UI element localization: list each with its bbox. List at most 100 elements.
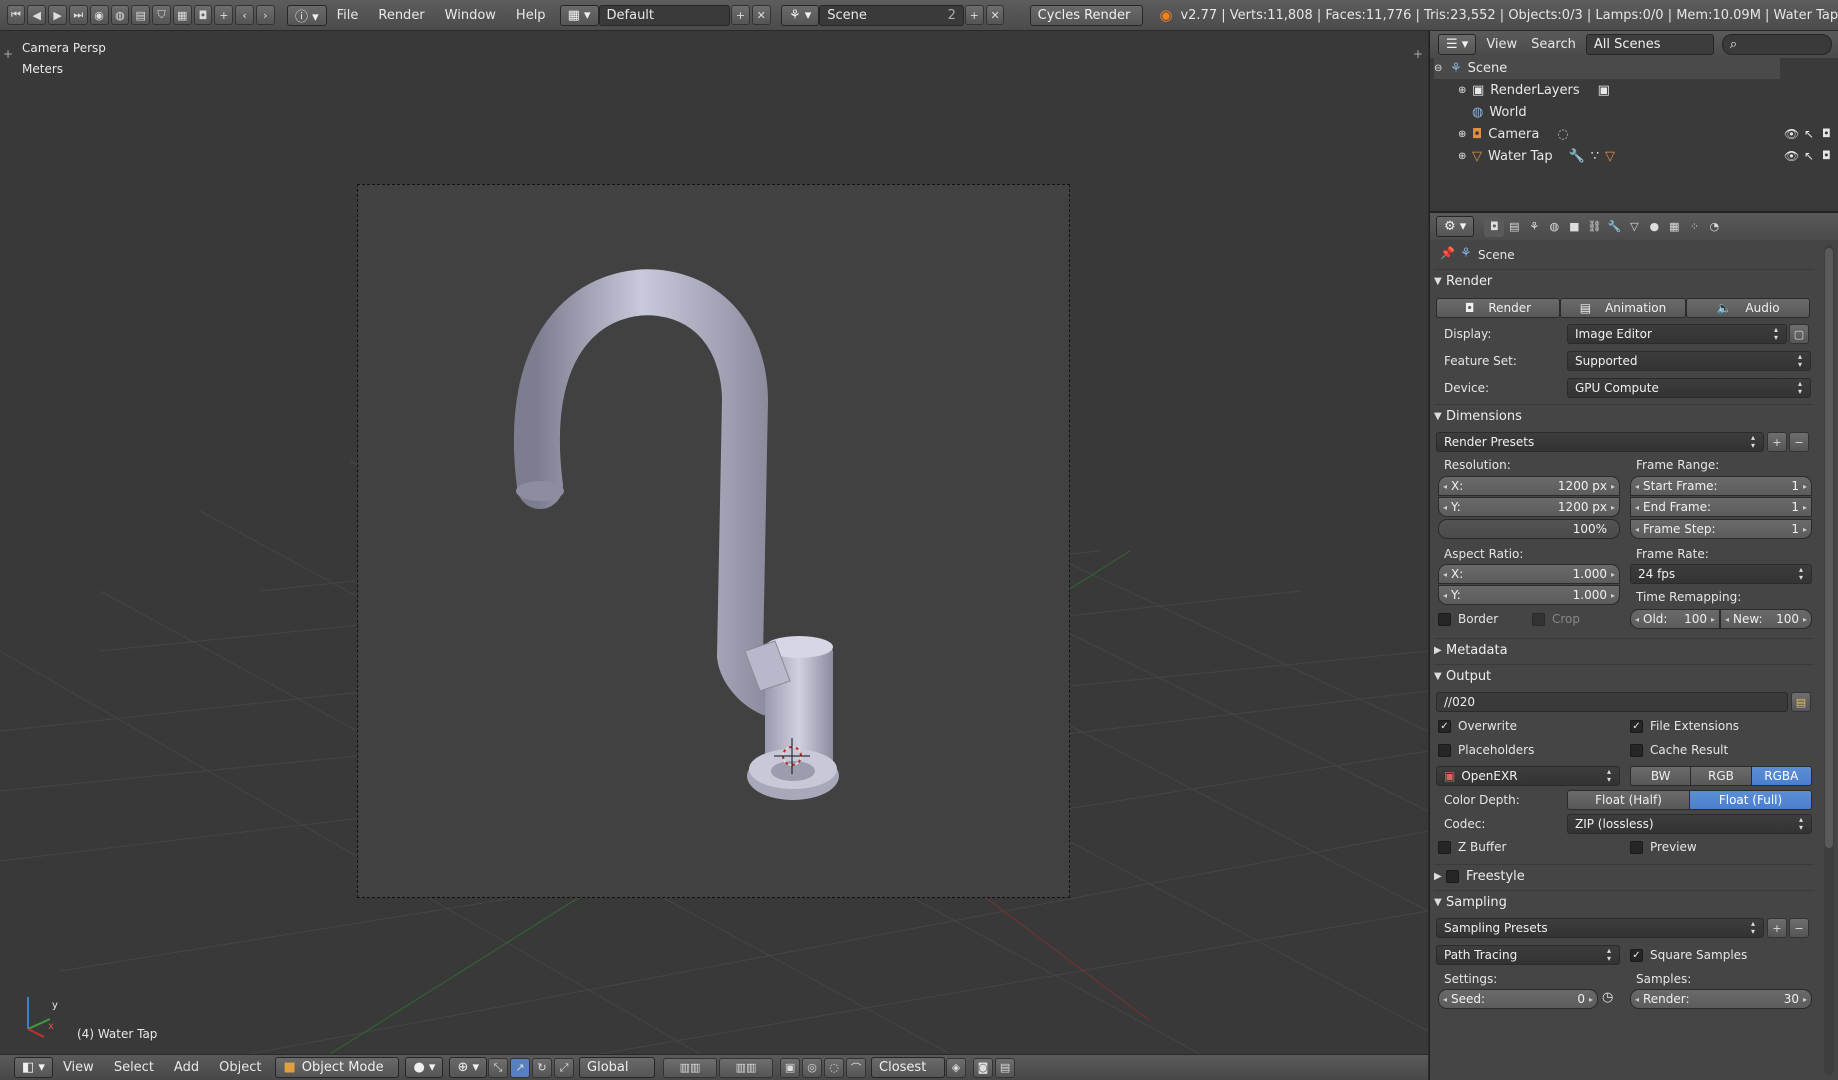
proportional-falloff-icon[interactable]: ◌	[824, 1057, 845, 1078]
visibility-eye-icon[interactable]: 👁	[1784, 127, 1799, 141]
properties-scroll-thumb[interactable]	[1825, 248, 1833, 848]
data-tab-icon[interactable]: ▽	[1624, 217, 1644, 237]
remove-layout-icon[interactable]: ✕	[751, 5, 771, 25]
expand-icon[interactable]: ⊕	[1458, 151, 1472, 162]
outliner-item-camera[interactable]: ⊕ ◘ Camera ◌	[1458, 124, 1569, 145]
outliner-item-scene[interactable]: ⊖ ⚘ Scene	[1434, 58, 1780, 79]
add-preset-icon[interactable]: +	[1767, 432, 1787, 452]
menu-render[interactable]: Render	[368, 8, 434, 23]
particles-tab-icon[interactable]: ⁘	[1684, 217, 1704, 237]
menu-file[interactable]: File	[327, 8, 369, 23]
panel-render-header[interactable]: ▼ Render	[1434, 269, 1814, 293]
visibility-eye-icon[interactable]: 👁	[1784, 149, 1799, 163]
3d-viewport[interactable]: Camera Persp Meters (4) Water Tap y x + …	[0, 31, 1428, 1054]
add-scene-icon[interactable]: +	[964, 5, 984, 25]
panel-metadata-header[interactable]: ▶ Metadata	[1434, 638, 1814, 662]
panel-sampling-header[interactable]: ▼ Sampling	[1434, 890, 1814, 914]
render-icon[interactable]: ◉	[89, 5, 109, 25]
scale-icon[interactable]: ⤢	[554, 1057, 575, 1078]
shield-icon[interactable]: ⛉	[152, 5, 171, 25]
color-mode-rgba[interactable]: RGBA	[1751, 767, 1811, 785]
proportional-icon[interactable]: ◎	[802, 1057, 823, 1078]
mode-select[interactable]: ■ Object Mode	[275, 1057, 400, 1078]
modifiers-tab-icon[interactable]: 🔧	[1604, 217, 1624, 237]
checker-icon[interactable]: ▦	[172, 5, 192, 25]
forward-icon[interactable]: ›	[255, 5, 275, 25]
square-samples-box[interactable]: ✓	[1630, 948, 1643, 962]
frame-rate-select[interactable]: 24 fps	[1630, 564, 1812, 584]
menu-view[interactable]: View	[53, 1060, 104, 1075]
constraints-tab-icon[interactable]: ⛓	[1584, 217, 1604, 237]
outliner-item-water-tap[interactable]: ⊕ ▽ Water Tap 🔧 ∵ ▽	[1458, 146, 1615, 167]
file-format-select[interactable]: ▣ OpenEXR	[1436, 766, 1620, 786]
render-engine-select[interactable]: Cycles Render	[1029, 4, 1143, 26]
expand-icon[interactable]: ⊕	[1458, 85, 1472, 96]
animation-button[interactable]: ▤ Animation	[1560, 298, 1686, 318]
layers2-icon[interactable]: ▥▥	[719, 1057, 774, 1078]
time-new-field[interactable]: ◂ New: 100 ▸	[1720, 609, 1812, 629]
device-select[interactable]: GPU Compute	[1567, 378, 1811, 398]
file-extensions-checkbox[interactable]: ✓ File Extensions	[1630, 719, 1739, 733]
last-frame-icon[interactable]: ⏭	[68, 5, 88, 25]
camera-icon[interactable]: ◘	[193, 5, 213, 25]
sampling-presets-select[interactable]: Sampling Presets	[1436, 918, 1764, 938]
placeholders-box[interactable]	[1438, 743, 1451, 757]
end-frame-field[interactable]: ◂ End Frame: 1 ▸	[1630, 497, 1812, 517]
world-icon[interactable]: ◍	[110, 5, 130, 25]
crop-box[interactable]	[1532, 612, 1545, 626]
panel-dimensions-header[interactable]: ▼ Dimensions	[1434, 404, 1814, 428]
menu-window[interactable]: Window	[435, 8, 506, 23]
select-arrow-icon[interactable]: ↖	[1804, 149, 1814, 163]
panel-output-header[interactable]: ▼ Output	[1434, 664, 1814, 688]
play-reverse-icon[interactable]: ◀	[27, 5, 47, 25]
menu-object[interactable]: Object	[209, 1060, 271, 1075]
resolution-x-field[interactable]: ◂ X: 1200 px ▸	[1438, 476, 1620, 496]
zbuffer-box[interactable]	[1438, 840, 1451, 854]
toolshelf-toggle-icon[interactable]: +	[3, 47, 13, 61]
add-sampling-preset-icon[interactable]: +	[1767, 918, 1787, 938]
border-checkbox[interactable]: Border	[1438, 612, 1498, 626]
resolution-y-field[interactable]: ◂ Y: 1200 px ▸	[1438, 497, 1620, 517]
screen-layout-icon[interactable]: ▦ ▾	[559, 4, 599, 26]
outliner-menu-search[interactable]: Search	[1527, 37, 1580, 52]
pivot-select[interactable]: ⊕ ▾	[449, 1057, 488, 1078]
border-box[interactable]	[1438, 612, 1451, 626]
panel-freestyle-header[interactable]: ▶ Freestyle	[1434, 864, 1814, 888]
frame-step-field[interactable]: ◂ Frame Step: 1 ▸	[1630, 519, 1812, 539]
scene-icon[interactable]: ⚘ ▾	[780, 4, 820, 26]
menu-add[interactable]: Add	[164, 1060, 209, 1075]
properties-toggle-icon[interactable]: +	[1413, 47, 1423, 61]
scene-field[interactable]: Scene 2	[819, 4, 964, 26]
output-path-input[interactable]: //020	[1436, 692, 1788, 712]
orientation-select[interactable]: Global	[579, 1057, 656, 1078]
menu-select[interactable]: Select	[104, 1060, 164, 1075]
zbuffer-checkbox[interactable]: Z Buffer	[1438, 840, 1506, 854]
expand-icon[interactable]: ⊕	[1458, 129, 1472, 140]
physics-tab-icon[interactable]: ◔	[1704, 217, 1724, 237]
water-tap-model[interactable]	[0, 31, 1428, 1054]
time-old-field[interactable]: ◂ Old: 100 ▸	[1630, 609, 1720, 629]
scene-tab-icon[interactable]: ⚘	[1524, 217, 1544, 237]
editor-type-outliner[interactable]: ☰ ▾	[1438, 34, 1477, 55]
rotate-icon[interactable]: ↻	[532, 1057, 553, 1078]
freestyle-box[interactable]	[1446, 870, 1459, 883]
outliner-item-renderlayers[interactable]: ⊕ ▣ RenderLayers ▣	[1458, 80, 1610, 101]
3d-cursor-icon[interactable]	[770, 734, 830, 794]
screen-layout-field[interactable]: Default	[598, 4, 731, 26]
preview-box[interactable]	[1630, 840, 1643, 854]
add-layout-icon[interactable]: +	[731, 5, 750, 25]
world-tab-icon[interactable]: ◍	[1544, 217, 1564, 237]
display-window-icon[interactable]: ▢	[1789, 324, 1809, 344]
snap-icon[interactable]: ⌒	[846, 1057, 867, 1078]
render-tab-icon[interactable]: ◘	[1484, 216, 1505, 237]
clock-icon[interactable]: ◷	[1602, 990, 1613, 1005]
color-mode-toggle[interactable]: BW RGB RGBA	[1630, 766, 1812, 786]
resolution-percent-field[interactable]: 100%	[1438, 519, 1620, 539]
render-toggle-icon[interactable]: ◘	[1822, 127, 1831, 140]
snap-target-icon[interactable]: ◈	[946, 1057, 967, 1078]
opengl-render-icon[interactable]: ◙	[973, 1057, 994, 1078]
lock-layers-icon[interactable]: ▣	[780, 1057, 801, 1078]
renderlayers-tab-icon[interactable]: ▤	[1504, 217, 1524, 237]
overwrite-box[interactable]: ✓	[1438, 719, 1451, 733]
remove-scene-icon[interactable]: ✕	[985, 5, 1005, 25]
